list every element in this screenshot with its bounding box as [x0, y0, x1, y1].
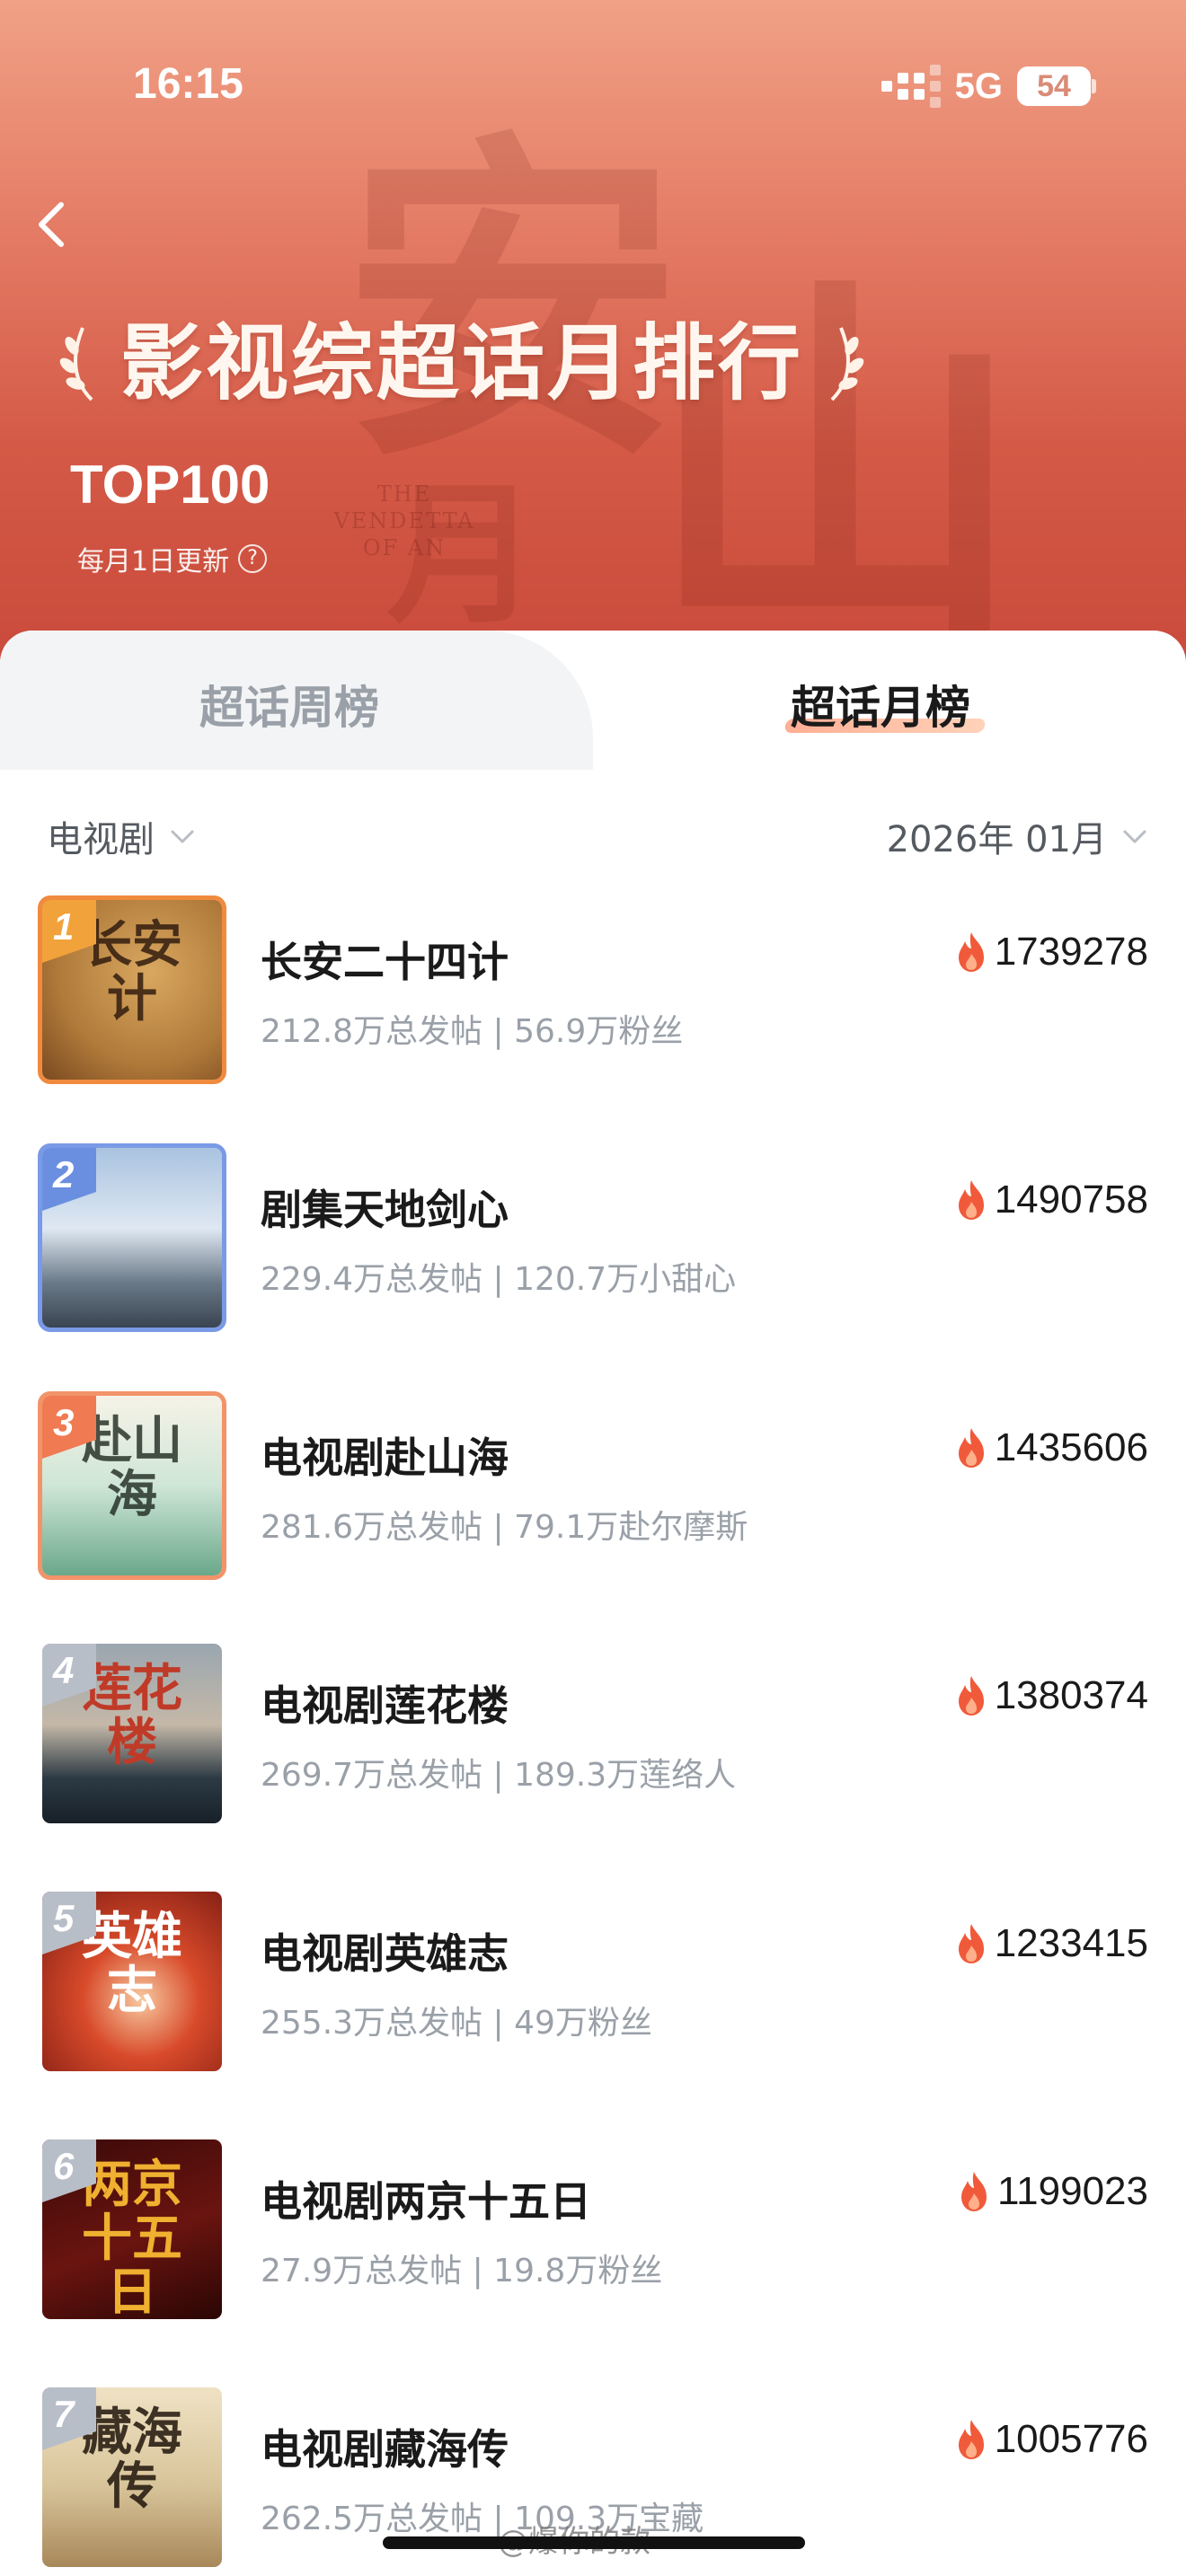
ranking-card: 超话周榜 超话月榜 电视剧 2026年 01月 长安计 1 长安二十四计 212…: [0, 631, 1186, 2576]
score-value: 1739278: [994, 930, 1148, 974]
page: 安 山 月 THE VENDETTA OF AN 16:15 5G 54 影视综…: [0, 0, 1186, 2576]
item-name: 电视剧赴山海: [261, 1434, 509, 1482]
battery-icon: 54: [1017, 66, 1096, 106]
fire-icon: [960, 2172, 987, 2211]
fire-icon: [958, 1428, 984, 1468]
poster-thumbnail[interactable]: 藏海传 7: [38, 2383, 226, 2572]
tab-monthly[interactable]: 超话月榜: [791, 672, 970, 737]
ranking-list: 长安计 1 长安二十四计 212.8万总发帖 | 56.9万粉丝 1739278…: [0, 895, 1186, 2576]
item-name: 剧集天地剑心: [261, 1186, 509, 1234]
period-dropdown[interactable]: 2026年 01月: [887, 810, 1150, 862]
poster-thumbnail[interactable]: 长安计 1: [38, 895, 226, 1084]
item-stats: 27.9万总发帖 | 19.8万粉丝: [261, 2253, 663, 2289]
score-value: 1199023: [996, 2169, 1148, 2213]
background-glyph: 山: [647, 246, 1024, 683]
fire-icon: [958, 1180, 984, 1220]
chevron-down-icon: [1123, 830, 1146, 843]
fire-icon: [958, 1924, 984, 1963]
item-stats: 229.4万总发帖 | 120.7万小甜心: [261, 1261, 737, 1298]
help-icon[interactable]: ?: [238, 544, 268, 573]
heat-score: 1380374: [953, 1673, 1148, 1718]
laurel-left-icon: [59, 327, 93, 401]
network-label: 5G: [954, 66, 1003, 106]
poster-thumbnail[interactable]: 莲花楼 4: [38, 1639, 226, 1828]
item-name: 长安二十四计: [261, 938, 509, 986]
laurel-right-icon: [830, 327, 864, 401]
poster-thumbnail[interactable]: 英雄志 5: [38, 1887, 226, 2076]
home-indicator[interactable]: [383, 2536, 805, 2549]
heat-score: 1739278: [953, 930, 1148, 975]
update-note: 每月1日更新: [77, 546, 230, 578]
heat-score: 1199023: [956, 2169, 1148, 2214]
score-value: 1233415: [994, 1921, 1148, 1965]
list-item[interactable]: 两京十五日 6 电视剧两京十五日 27.9万总发帖 | 19.8万粉丝 1199…: [0, 2135, 1186, 2383]
item-name: 电视剧莲花楼: [261, 1681, 509, 1730]
update-note-row: 每月1日更新 ?: [77, 539, 268, 578]
list-item[interactable]: 2 剧集天地剑心 229.4万总发帖 | 120.7万小甜心 1490758: [0, 1143, 1186, 1391]
list-item[interactable]: 英雄志 5 电视剧英雄志 255.3万总发帖 | 49万粉丝 1233415: [0, 1887, 1186, 2135]
heat-score: 1233415: [953, 1921, 1148, 1966]
item-stats: 255.3万总发帖 | 49万粉丝: [261, 2005, 652, 2042]
background-caption: THE VENDETTA OF AN: [333, 481, 475, 560]
period-label: 2026年 01月: [886, 819, 1107, 860]
poster-thumbnail[interactable]: 赴山海 3: [38, 1391, 226, 1580]
heat-score: 1005776: [953, 2417, 1148, 2462]
fire-icon: [958, 1676, 984, 1716]
score-value: 1380374: [994, 1673, 1148, 1717]
signal-icon: [881, 65, 941, 108]
poster-thumbnail[interactable]: 两京十五日 6: [38, 2135, 226, 2324]
list-item[interactable]: 莲花楼 4 电视剧莲花楼 269.7万总发帖 | 189.3万莲络人 13803…: [0, 1639, 1186, 1887]
top-label: TOP100: [70, 454, 270, 515]
poster-thumbnail[interactable]: 2: [38, 1143, 226, 1332]
score-value: 1435606: [994, 1425, 1148, 1469]
item-name: 电视剧藏海传: [261, 2425, 509, 2474]
category-label: 电视剧: [47, 819, 155, 860]
item-name: 电视剧英雄志: [261, 1929, 509, 1978]
battery-level: 54: [1017, 66, 1091, 106]
category-dropdown[interactable]: 电视剧: [47, 810, 198, 862]
score-value: 1490758: [994, 1178, 1148, 1222]
item-stats: 269.7万总发帖 | 189.3万莲络人: [261, 1757, 737, 1794]
chevron-down-icon: [171, 830, 194, 843]
back-arrow-icon[interactable]: [27, 198, 81, 251]
page-title: 影视综超话月排行: [120, 315, 804, 411]
heat-score: 1435606: [953, 1425, 1148, 1470]
list-item[interactable]: 赴山海 3 电视剧赴山海 281.6万总发帖 | 79.1万赴尔摩斯 14356…: [0, 1391, 1186, 1639]
item-name: 电视剧两京十五日: [261, 2177, 591, 2226]
list-item[interactable]: 长安计 1 长安二十四计 212.8万总发帖 | 56.9万粉丝 1739278: [0, 895, 1186, 1143]
heat-score: 1490758: [953, 1178, 1148, 1222]
filter-row: 电视剧 2026年 01月: [0, 810, 1186, 864]
tab-weekly[interactable]: 超话周榜: [199, 672, 379, 737]
score-value: 1005776: [994, 2417, 1148, 2461]
fire-icon: [958, 2420, 984, 2459]
title-row: 影视综超话月排行: [56, 310, 868, 418]
header-banner: 安 山 月 THE VENDETTA OF AN 16:15 5G 54 影视综…: [0, 0, 1186, 683]
status-indicators: 5G 54: [881, 65, 1096, 108]
item-stats: 212.8万总发帖 | 56.9万粉丝: [261, 1013, 684, 1050]
status-time: 16:15: [133, 60, 243, 108]
fire-icon: [958, 932, 984, 972]
item-stats: 281.6万总发帖 | 79.1万赴尔摩斯: [261, 1509, 748, 1546]
tab-bar: 超话周榜 超话月榜: [0, 631, 1186, 770]
